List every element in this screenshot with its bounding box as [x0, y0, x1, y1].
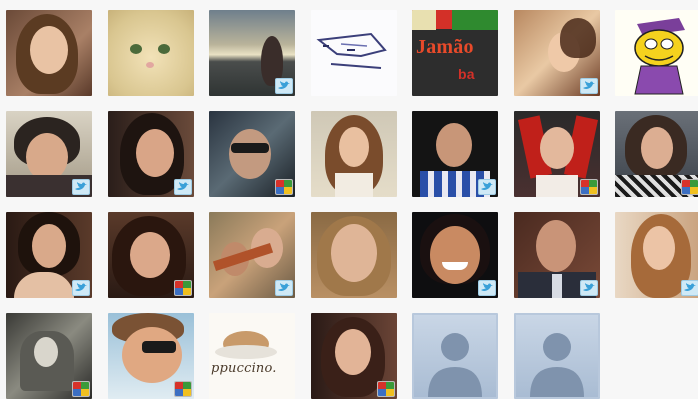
avatar-face [643, 226, 675, 270]
avatar-8[interactable] [6, 111, 92, 197]
avatar-16[interactable] [107, 212, 194, 298]
twitter-icon [275, 280, 293, 296]
cat-nose [145, 62, 154, 68]
avatar-face [229, 129, 271, 179]
avatar-20[interactable] [513, 212, 600, 298]
cat-eye-right [157, 44, 170, 54]
avatar-face [135, 129, 174, 177]
avatar-hair [559, 18, 596, 58]
avatar-15[interactable] [6, 212, 92, 298]
avatar-22[interactable] [6, 313, 92, 399]
default-avatar-icon [428, 333, 482, 397]
default-avatar-icon [529, 333, 584, 397]
avatar-shoulder [14, 272, 74, 298]
twitter-icon [579, 78, 598, 94]
sketch-drawing [315, 32, 387, 69]
avatar-27[interactable] [513, 313, 600, 399]
avatar-19[interactable] [412, 212, 498, 298]
avatar-tie [551, 274, 562, 298]
multi-service-icon [681, 179, 698, 195]
tile-text-bottom: ba [458, 66, 475, 82]
avatar-18[interactable] [310, 212, 397, 298]
avatar-face [32, 224, 66, 268]
avatar-shirt [535, 175, 578, 197]
avatar-face [436, 123, 472, 167]
avatar-13[interactable] [513, 111, 600, 197]
multi-service-icon [173, 280, 192, 296]
avatar-24[interactable]: ppuccino. [209, 313, 295, 399]
avatar-grid: Jamão ba ppuccino. [6, 10, 698, 399]
cat-eye-left [129, 44, 142, 54]
avatar-face [330, 224, 377, 282]
tile-text-top: Jamão [416, 36, 474, 58]
avatar-sunglasses [141, 341, 176, 353]
avatar-shirt [334, 173, 373, 197]
coffee-saucer [215, 345, 277, 359]
avatar-face [430, 226, 480, 284]
twitter-icon [579, 280, 598, 296]
flag-green-block [452, 10, 498, 30]
avatar-face [338, 127, 369, 167]
twitter-icon [681, 280, 698, 296]
avatar-2[interactable] [107, 10, 194, 96]
cartoon-cat-drawing [634, 18, 685, 95]
avatar-face [121, 327, 182, 383]
twitter-icon [275, 78, 293, 94]
avatar-14[interactable] [615, 111, 698, 197]
avatar-4[interactable] [310, 10, 397, 96]
avatar-1[interactable] [6, 10, 92, 96]
avatar-3[interactable] [209, 10, 295, 96]
avatar-smile [442, 262, 468, 270]
avatar-face [334, 329, 371, 375]
avatar-6[interactable] [513, 10, 600, 96]
multi-service-icon [275, 179, 293, 195]
avatar-9[interactable] [107, 111, 194, 197]
avatar-face [34, 337, 58, 367]
avatar-11[interactable] [310, 111, 397, 197]
twitter-icon [173, 179, 192, 195]
avatar-21[interactable] [615, 212, 698, 298]
avatar-face [535, 220, 576, 272]
twitter-icon [72, 280, 90, 296]
avatar-10[interactable] [209, 111, 295, 197]
avatar-face [641, 127, 673, 169]
avatar-face [26, 133, 68, 181]
avatar-12[interactable] [412, 111, 498, 197]
twitter-icon [72, 179, 90, 195]
twitter-icon [478, 179, 496, 195]
avatar-7[interactable] [615, 10, 698, 96]
avatar-25[interactable] [310, 313, 397, 399]
tile-text-bottom: ppuccino. [211, 361, 277, 376]
avatar-face [30, 26, 68, 74]
flag-yellow-block [412, 10, 436, 30]
avatar-face [539, 127, 574, 169]
avatar-17[interactable] [209, 212, 295, 298]
avatar-26[interactable] [412, 313, 498, 399]
avatar-face [129, 232, 170, 278]
avatar-sunglasses [231, 143, 269, 153]
twitter-icon [478, 280, 496, 296]
avatar-23[interactable] [107, 313, 194, 399]
multi-service-icon [579, 179, 598, 195]
avatar-5[interactable]: Jamão ba [412, 10, 498, 96]
